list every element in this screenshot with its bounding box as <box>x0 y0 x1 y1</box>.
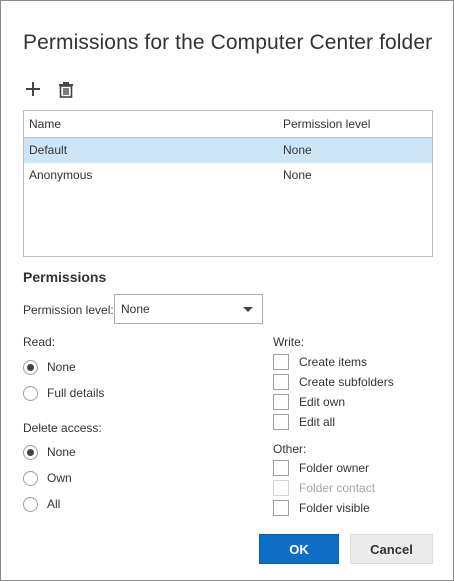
option-label: All <box>47 497 61 511</box>
row-level: None <box>283 143 312 157</box>
dialog-title: Permissions for the Computer Center fold… <box>23 31 433 54</box>
radio-unchecked <box>23 497 38 512</box>
permissions-dialog: Permissions for the Computer Center fold… <box>0 0 454 581</box>
checkbox-box <box>273 480 289 496</box>
read-full-details-radio[interactable]: Full details <box>23 385 133 403</box>
read-none-radio[interactable]: None <box>23 359 113 377</box>
checkbox-box <box>273 354 289 370</box>
option-label: None <box>47 360 76 374</box>
row-level: None <box>283 168 312 182</box>
trash-icon <box>59 82 73 98</box>
create-items-checkbox[interactable]: Create items <box>273 354 393 372</box>
delete-permission-button[interactable] <box>56 79 76 99</box>
write-label: Write: <box>273 335 305 349</box>
option-label: Own <box>47 471 72 485</box>
option-label: None <box>47 445 76 459</box>
option-label: Folder visible <box>299 501 370 515</box>
radio-unchecked <box>23 386 38 401</box>
checkbox-box <box>273 374 289 390</box>
option-label: Edit all <box>299 415 336 429</box>
checkbox-box <box>273 500 289 516</box>
delete-access-label: Delete access: <box>23 421 102 435</box>
plus-icon <box>26 82 40 96</box>
column-header-permission-level[interactable]: Permission level <box>283 111 370 138</box>
option-label: Folder owner <box>299 461 370 475</box>
add-permission-button[interactable] <box>23 79 43 99</box>
edit-all-checkbox[interactable]: Edit all <box>273 414 373 432</box>
option-label: Create subfolders <box>299 375 394 389</box>
delete-own-radio[interactable]: Own <box>23 470 113 488</box>
delete-none-radio[interactable]: None <box>23 444 113 462</box>
radio-unchecked <box>23 471 38 486</box>
permission-level-value: None <box>121 302 150 316</box>
permission-level-select[interactable]: None <box>114 294 263 324</box>
radio-checked <box>23 360 38 375</box>
checkbox-box <box>273 394 289 410</box>
option-label: Full details <box>47 386 105 400</box>
read-label: Read: <box>23 335 56 349</box>
permissions-list: Name Permission level Default None Anony… <box>23 110 433 257</box>
option-label: Folder contact <box>299 481 376 495</box>
permissions-heading: Permissions <box>23 269 107 285</box>
checkbox-box <box>273 460 289 476</box>
checkbox-box <box>273 414 289 430</box>
folder-contact-checkbox: Folder contact <box>273 480 393 498</box>
column-header-name[interactable]: Name <box>29 111 61 138</box>
list-row-anonymous[interactable]: Anonymous None <box>24 163 432 188</box>
edit-own-checkbox[interactable]: Edit own <box>273 394 373 412</box>
option-label: Create items <box>299 355 368 369</box>
create-subfolders-checkbox[interactable]: Create subfolders <box>273 374 413 392</box>
row-name: Default <box>29 143 68 157</box>
cancel-button[interactable]: Cancel <box>350 534 433 564</box>
other-label: Other: <box>273 442 307 456</box>
list-header: Name Permission level <box>24 111 432 138</box>
delete-all-radio[interactable]: All <box>23 496 113 514</box>
folder-owner-checkbox[interactable]: Folder owner <box>273 460 393 478</box>
chevron-down-icon <box>243 307 253 312</box>
folder-visible-checkbox[interactable]: Folder visible <box>273 500 393 518</box>
permission-level-label: Permission level: <box>23 303 114 317</box>
radio-checked <box>23 445 38 460</box>
option-label: Edit own <box>299 395 346 409</box>
row-name: Anonymous <box>29 168 93 182</box>
ok-button[interactable]: OK <box>259 534 339 564</box>
list-row-default[interactable]: Default None <box>24 138 432 163</box>
